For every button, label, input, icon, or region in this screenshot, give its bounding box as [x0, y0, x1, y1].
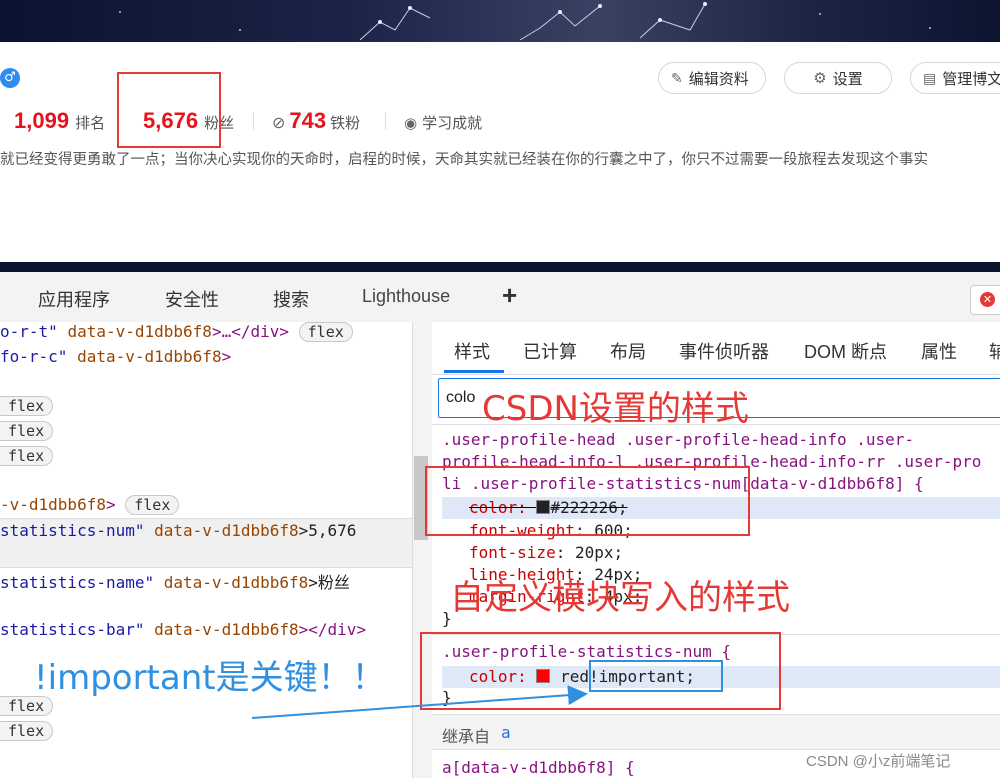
watermark: CSDN @小z前端笔记: [806, 753, 951, 770]
annotation-arrow: [251, 685, 588, 719]
